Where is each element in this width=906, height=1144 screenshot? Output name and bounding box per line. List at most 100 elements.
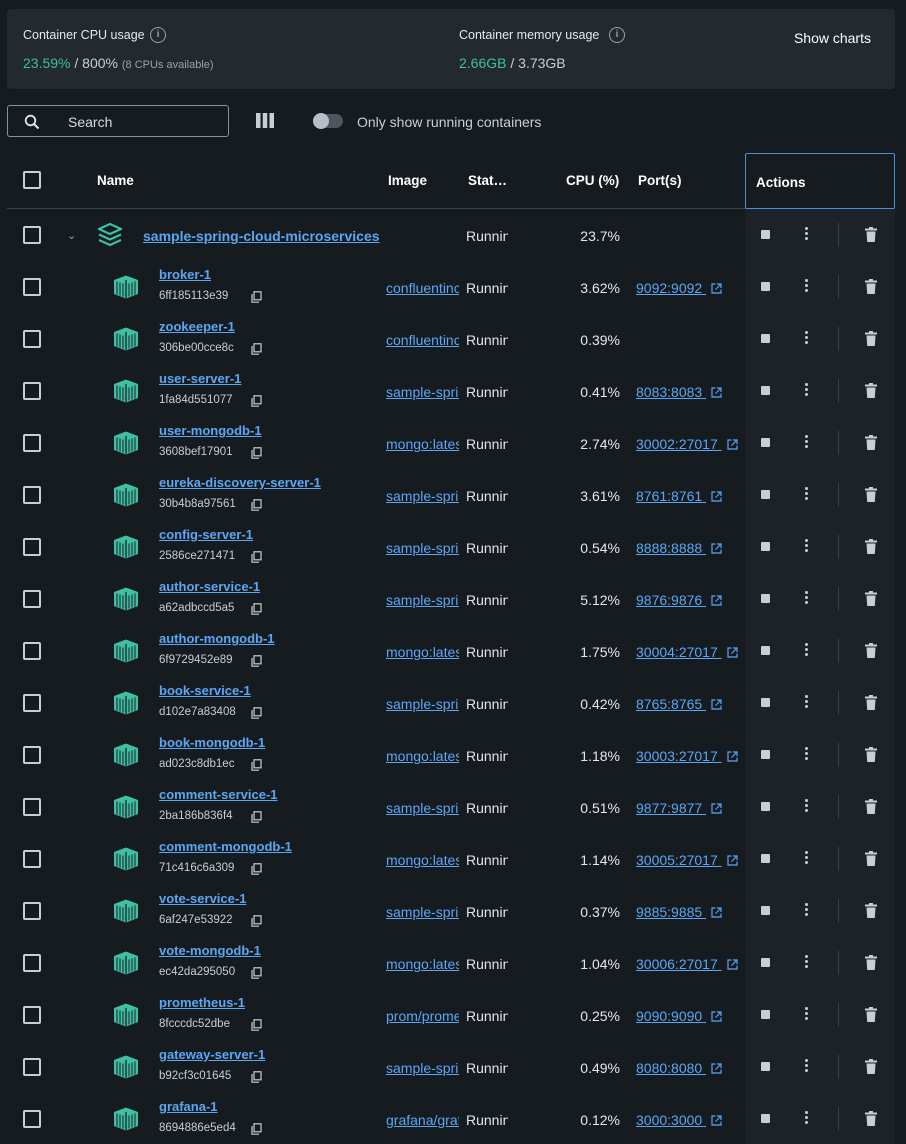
image-link[interactable]: sample-spring <box>386 696 459 712</box>
delete-icon[interactable] <box>865 643 877 658</box>
more-options-button[interactable] <box>803 1006 809 1024</box>
stop-button[interactable] <box>761 698 770 707</box>
row-checkbox[interactable] <box>23 538 41 556</box>
container-name-link[interactable]: vote-service-1 <box>159 891 246 906</box>
memory-info-icon[interactable]: i <box>609 27 625 43</box>
container-name-link[interactable]: book-service-1 <box>159 683 251 698</box>
container-row[interactable]: book-mongodb-1 ad023c8db1ec mongo:latest… <box>7 729 895 781</box>
more-options-button[interactable] <box>803 694 809 712</box>
port-link[interactable]: 3000:3000 <box>636 1112 722 1128</box>
container-row[interactable]: prometheus-1 8fcccdc52dbe prom/prometheu… <box>7 989 895 1041</box>
container-name-link[interactable]: book-mongodb-1 <box>159 735 265 750</box>
stop-button[interactable] <box>761 542 770 551</box>
copy-icon[interactable] <box>251 967 262 979</box>
container-row[interactable]: user-mongodb-1 3608bef17901 mongo:latest… <box>7 417 895 469</box>
row-checkbox[interactable] <box>23 1058 41 1076</box>
stop-button[interactable] <box>761 438 770 447</box>
more-options-button[interactable] <box>803 1058 809 1076</box>
image-link[interactable]: sample-spring <box>386 592 459 608</box>
more-options-button[interactable] <box>803 330 809 348</box>
copy-icon[interactable] <box>251 291 262 303</box>
container-name-link[interactable]: grafana-1 <box>159 1099 218 1114</box>
row-checkbox[interactable] <box>23 746 41 764</box>
row-checkbox[interactable] <box>23 278 41 296</box>
more-options-button[interactable] <box>803 278 809 296</box>
row-checkbox[interactable] <box>23 642 41 660</box>
delete-icon[interactable] <box>865 227 877 242</box>
container-name-link[interactable]: user-mongodb-1 <box>159 423 262 438</box>
delete-icon[interactable] <box>865 903 877 918</box>
port-link[interactable]: 8080:8080 <box>636 1060 722 1076</box>
container-name-link[interactable]: prometheus-1 <box>159 995 245 1010</box>
port-link[interactable]: 8083:8083 <box>636 384 722 400</box>
container-row[interactable]: gateway-server-1 b92cf3c01645 sample-spr… <box>7 1041 895 1093</box>
container-row[interactable]: zookeeper-1 306be00cce8c confluentinc Ru… <box>7 313 895 365</box>
row-checkbox[interactable] <box>23 1006 41 1024</box>
copy-icon[interactable] <box>251 551 262 563</box>
image-link[interactable]: mongo:latest <box>386 644 459 660</box>
delete-icon[interactable] <box>865 383 877 398</box>
container-name-link[interactable]: author-mongodb-1 <box>159 631 275 646</box>
delete-icon[interactable] <box>865 487 877 502</box>
image-link[interactable]: sample-spring <box>386 800 459 816</box>
delete-icon[interactable] <box>865 747 877 762</box>
container-name-link[interactable]: zookeeper-1 <box>159 319 235 334</box>
port-link[interactable]: 9090:9090 <box>636 1008 722 1024</box>
row-checkbox[interactable] <box>23 434 41 452</box>
more-options-button[interactable] <box>803 850 809 868</box>
delete-icon[interactable] <box>865 851 877 866</box>
copy-icon[interactable] <box>251 603 262 615</box>
image-link[interactable]: sample-spring <box>386 904 459 920</box>
header-cpu[interactable]: CPU (%) <box>566 173 619 188</box>
container-row[interactable]: book-service-1 d102e7a83408 sample-sprin… <box>7 677 895 729</box>
copy-icon[interactable] <box>251 863 262 875</box>
copy-icon[interactable] <box>251 1071 262 1083</box>
delete-icon[interactable] <box>865 331 877 346</box>
container-row[interactable]: author-mongodb-1 6f9729452e89 mongo:late… <box>7 625 895 677</box>
more-options-button[interactable] <box>803 746 809 764</box>
more-options-button[interactable] <box>803 642 809 660</box>
more-options-button[interactable] <box>803 434 809 452</box>
stop-button[interactable] <box>761 594 770 603</box>
group-name-link[interactable]: sample-spring-cloud-microservices <box>143 228 380 244</box>
image-link[interactable]: sample-spring <box>386 384 459 400</box>
header-image[interactable]: Image <box>388 173 427 188</box>
more-options-button[interactable] <box>803 1110 809 1128</box>
container-name-link[interactable]: user-server-1 <box>159 371 241 386</box>
copy-icon[interactable] <box>251 1019 262 1031</box>
search-box[interactable] <box>7 105 229 137</box>
container-row[interactable]: grafana-1 8694886e5ed4 grafana/grafana R… <box>7 1093 895 1144</box>
copy-icon[interactable] <box>251 447 262 459</box>
copy-icon[interactable] <box>251 655 262 667</box>
delete-icon[interactable] <box>865 1111 877 1126</box>
port-link[interactable]: 30003:27017 <box>636 748 738 764</box>
container-name-link[interactable]: gateway-server-1 <box>159 1047 265 1062</box>
container-name-link[interactable]: eureka-discovery-server-1 <box>159 475 321 490</box>
image-link[interactable]: mongo:latest <box>386 852 459 868</box>
image-link[interactable]: sample-spring <box>386 1060 459 1076</box>
container-name-link[interactable]: broker-1 <box>159 267 211 282</box>
more-options-button[interactable] <box>803 902 809 920</box>
row-checkbox[interactable] <box>23 382 41 400</box>
columns-icon[interactable] <box>256 113 274 128</box>
container-name-link[interactable]: comment-mongodb-1 <box>159 839 292 854</box>
more-options-button[interactable] <box>803 538 809 556</box>
row-checkbox[interactable] <box>23 330 41 348</box>
port-link[interactable]: 30005:27017 <box>636 852 738 868</box>
stop-button[interactable] <box>761 490 770 499</box>
stop-button[interactable] <box>761 646 770 655</box>
header-name[interactable]: Name <box>97 173 134 188</box>
group-row[interactable]: ⌄ sample-spring-cloud-microservices Runn… <box>7 209 895 261</box>
row-checkbox[interactable] <box>23 694 41 712</box>
image-link[interactable]: mongo:latest <box>386 748 459 764</box>
container-name-link[interactable]: comment-service-1 <box>159 787 278 802</box>
cpu-info-icon[interactable]: i <box>150 27 166 43</box>
select-all-checkbox[interactable] <box>23 171 41 189</box>
row-checkbox[interactable] <box>23 486 41 504</box>
container-row[interactable]: config-server-1 2586ce271471 sample-spri… <box>7 521 895 573</box>
port-link[interactable]: 8765:8765 <box>636 696 722 712</box>
row-checkbox[interactable] <box>23 590 41 608</box>
copy-icon[interactable] <box>251 707 262 719</box>
copy-icon[interactable] <box>251 499 262 511</box>
copy-icon[interactable] <box>251 811 262 823</box>
